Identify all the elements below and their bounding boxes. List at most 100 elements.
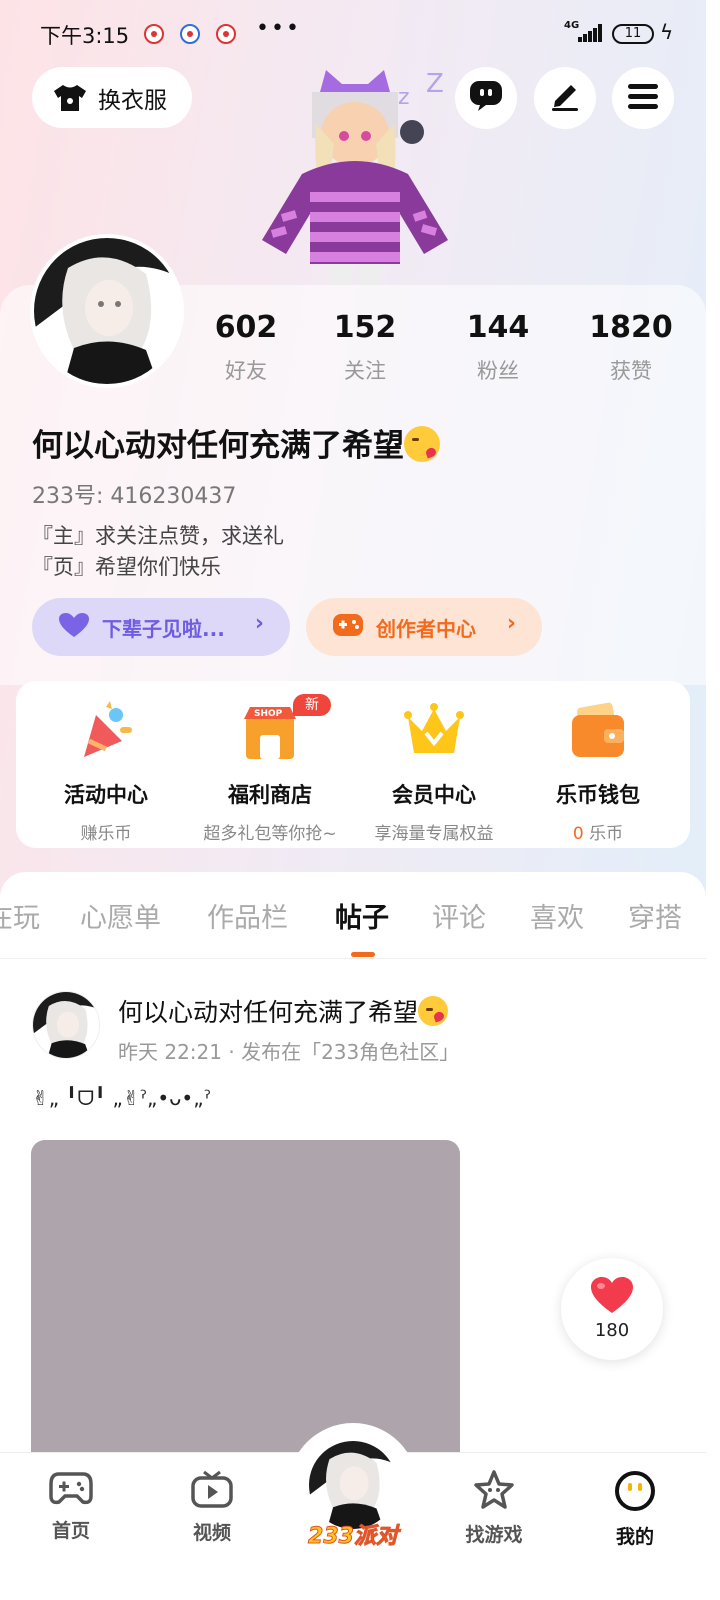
stat-value: 152 <box>333 310 397 345</box>
feature-subtitle: 赚乐币 <box>80 824 132 844</box>
nav-me[interactable]: 我的 <box>590 1470 680 1549</box>
avatar-character-image[interactable]: z Z <box>250 64 460 286</box>
charging-icon: ϟ <box>660 20 674 44</box>
profile-avatar[interactable] <box>30 234 184 388</box>
creator-center-button[interactable]: 创作者中心 › <box>306 598 542 656</box>
bio-line: 『页』希望你们快乐 <box>32 555 221 579</box>
tab-posts[interactable]: 帖子 <box>335 896 389 935</box>
like-button[interactable]: 180 <box>561 1258 663 1360</box>
active-tab-indicator <box>351 952 375 957</box>
activity-center-entry[interactable]: 活动中心 赚乐币 <box>22 701 190 844</box>
battery-indicator: 11 <box>612 24 654 44</box>
nav-label: 我的 <box>615 1526 654 1548</box>
change-outfit-button[interactable]: 换衣服 <box>32 67 192 128</box>
status-time: 下午3:15 <box>40 24 130 48</box>
status-pill-label: 下辈子见啦... <box>102 616 225 641</box>
stat-value: 1820 <box>589 310 673 345</box>
welfare-shop-entry[interactable]: SHOP 福利商店 超多礼包等你抢~ <box>186 701 354 844</box>
heart-icon <box>58 612 90 643</box>
notification-icon <box>180 24 200 44</box>
edit-icon <box>549 81 581 115</box>
stat-label: 关注 <box>344 359 386 383</box>
stat-following[interactable]: 152 关注 <box>305 310 425 385</box>
bio-line: 『主』求关注点赞，求送礼 <box>32 524 284 548</box>
party-popper-icon <box>76 701 136 761</box>
feature-subtitle: 0 乐币 <box>514 819 682 844</box>
post-author-name[interactable]: 何以心动对任何充满了希望 <box>118 993 449 1029</box>
feature-title: 活动中心 <box>64 783 148 807</box>
profile-nickname: 何以心动对任何充满了希望 <box>32 420 440 465</box>
svg-text:SHOP: SHOP <box>254 709 283 719</box>
like-count: 180 <box>594 1320 630 1341</box>
status-pill-button[interactable]: 下辈子见啦... › <box>32 598 290 656</box>
nav-label: 视频 <box>192 1522 231 1544</box>
feature-title: 福利商店 <box>228 783 312 807</box>
edit-profile-button[interactable] <box>534 67 596 129</box>
feature-subtitle: 超多礼包等你抢~ <box>203 824 337 844</box>
kissing-face-icon <box>418 996 449 1026</box>
gamepad-icon <box>49 1472 93 1510</box>
tab-works[interactable]: 作品栏 <box>207 896 288 935</box>
network-type: 4G <box>564 20 580 31</box>
nickname-text: 何以心动对任何充满了希望 <box>32 428 404 464</box>
post-author-avatar[interactable] <box>32 991 100 1059</box>
stat-likes[interactable]: 1820 获赞 <box>571 310 691 385</box>
chat-icon <box>469 80 503 116</box>
wallet-icon <box>568 701 628 761</box>
feature-subtitle: 享海量专属权益 <box>374 824 494 844</box>
tv-icon <box>190 1470 234 1512</box>
change-outfit-label: 换衣服 <box>98 87 167 114</box>
feature-title: 乐币钱包 <box>556 783 640 807</box>
tab-outfits[interactable]: 穿搭 <box>628 896 682 935</box>
coin-balance: 0 <box>572 824 584 844</box>
tab-playing[interactable]: 在玩 <box>0 896 40 935</box>
post-author-text: 何以心动对任何充满了希望 <box>118 998 419 1027</box>
new-badge: 新 <box>293 694 331 716</box>
more-notifications-icon: ••• <box>256 16 301 41</box>
stat-label: 好友 <box>225 359 267 383</box>
stat-label: 粉丝 <box>477 359 519 383</box>
nav-video[interactable]: 视频 <box>167 1470 257 1545</box>
status-bar: 下午3:15 ••• 4G 11 ϟ <box>0 0 706 66</box>
profile-face-icon <box>614 1471 656 1516</box>
post-image[interactable] <box>31 1140 460 1460</box>
tab-likes[interactable]: 喜欢 <box>530 896 584 935</box>
nav-find-games[interactable]: 找游戏 <box>449 1470 539 1547</box>
profile-tabs: 在玩 心愿单 作品栏 帖子 评论 喜欢 穿搭 <box>0 872 706 960</box>
tab-comments[interactable]: 评论 <box>432 896 486 935</box>
tab-wishlist[interactable]: 心愿单 <box>80 896 161 935</box>
creator-center-label: 创作者中心 <box>376 616 476 641</box>
gamepad-icon <box>332 613 364 642</box>
menu-icon <box>628 83 658 113</box>
chevron-right-icon: › <box>254 611 264 636</box>
member-center-entry[interactable]: 会员中心 享海量专属权益 <box>350 701 518 844</box>
post-text: ✌︎„ ╹ᗜ╹ „✌︎ˀ„•ᴗ•„ˀ <box>32 1086 211 1110</box>
shop-icon: SHOP <box>240 701 300 761</box>
crown-icon <box>404 701 464 761</box>
profile-bio: 『主』求关注点赞，求送礼 『页』希望你们快乐 <box>32 521 284 583</box>
feature-title: 会员中心 <box>392 783 476 807</box>
svg-text:Z: Z <box>426 69 444 99</box>
chevron-right-icon: › <box>506 611 516 636</box>
star-game-icon <box>472 1470 516 1514</box>
nav-label: 找游戏 <box>465 1524 523 1546</box>
stat-label: 获赞 <box>610 359 652 383</box>
svg-text:z: z <box>398 85 410 110</box>
stat-value: 144 <box>466 310 530 345</box>
signal-icon <box>578 24 602 42</box>
feature-panel: 活动中心 赚乐币 SHOP 福利商店 超多礼包等你抢~ 会员中心 享海量专属权益 <box>16 681 690 848</box>
coin-wallet-entry[interactable]: 乐币钱包 0 乐币 <box>514 701 682 844</box>
nav-label: 首页 <box>51 1520 90 1542</box>
menu-button[interactable] <box>612 67 674 129</box>
stat-value: 602 <box>214 310 278 345</box>
chat-button[interactable] <box>455 67 517 129</box>
nav-party-label[interactable]: 233派对 <box>306 1518 400 1550</box>
nav-home[interactable]: 首页 <box>26 1470 116 1543</box>
shirt-icon <box>52 83 88 113</box>
stat-followers[interactable]: 144 粉丝 <box>438 310 558 385</box>
coin-unit: 乐币 <box>589 824 624 844</box>
notification-icon <box>216 24 236 44</box>
post-meta: 昨天 22:21 · 发布在「233角色社区」 <box>118 1040 460 1064</box>
stat-friends[interactable]: 602 好友 <box>186 310 306 385</box>
user-id[interactable]: 233号: 416230437 <box>32 478 236 510</box>
